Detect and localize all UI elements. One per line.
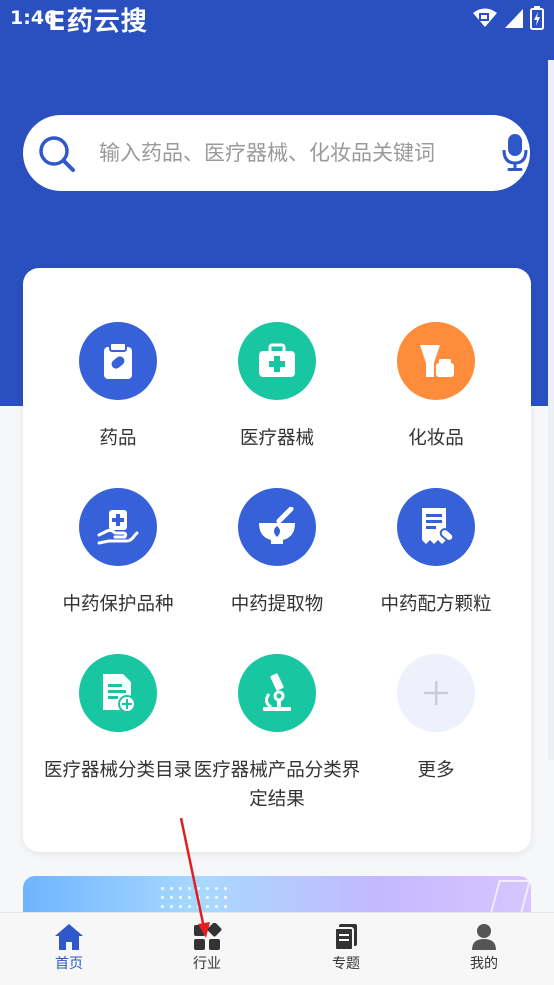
status-icons bbox=[472, 6, 544, 30]
medical-document-icon bbox=[79, 654, 157, 732]
category-label: 医疗器械产品分类界定结果 bbox=[193, 760, 361, 810]
microscope-icon bbox=[238, 654, 316, 732]
category-cosmetics[interactable]: 化妆品 bbox=[352, 322, 520, 453]
search-bar[interactable] bbox=[23, 115, 530, 191]
tab-topics[interactable]: 专题 bbox=[277, 913, 415, 985]
category-label: 更多 bbox=[417, 760, 455, 781]
category-tcm-extract[interactable]: 中药提取物 bbox=[193, 488, 361, 619]
category-label: 中药提取物 bbox=[230, 594, 324, 615]
bottom-tab-bar: 首页 行业 专题 我的 bbox=[0, 912, 554, 985]
category-medicine[interactable]: 药品 bbox=[34, 322, 202, 453]
category-label: 化妆品 bbox=[408, 428, 464, 449]
category-device-classification[interactable]: 医疗器械产品分类界定结果 bbox=[193, 654, 361, 814]
mortar-icon bbox=[238, 488, 316, 566]
category-more[interactable]: 更多 bbox=[352, 654, 520, 785]
tab-mine[interactable]: 我的 bbox=[415, 913, 553, 985]
status-bar: 1:46 E药云搜 bbox=[0, 0, 554, 37]
microphone-icon[interactable] bbox=[501, 132, 529, 176]
cosmetics-icon bbox=[397, 322, 475, 400]
category-tcm-granules[interactable]: 中药配方颗粒 bbox=[352, 488, 520, 619]
search-input[interactable] bbox=[99, 135, 493, 171]
documents-icon bbox=[331, 923, 361, 951]
banner-decoration bbox=[158, 884, 228, 914]
tab-industry[interactable]: 行业 bbox=[138, 913, 276, 985]
first-aid-kit-icon bbox=[238, 322, 316, 400]
category-label: 中药保护品种 bbox=[62, 594, 174, 615]
category-label: 药品 bbox=[99, 428, 137, 449]
category-medical-device[interactable]: 医疗器械 bbox=[193, 322, 361, 453]
wifi-icon bbox=[472, 7, 498, 29]
scrollbar[interactable] bbox=[548, 60, 554, 760]
battery-icon bbox=[530, 6, 544, 30]
signal-icon bbox=[504, 7, 524, 29]
hand-holding-medicine-icon bbox=[79, 488, 157, 566]
app-title: E药云搜 bbox=[48, 7, 148, 37]
user-icon bbox=[469, 923, 499, 951]
tab-label: 首页 bbox=[55, 956, 83, 972]
category-label: 中药配方颗粒 bbox=[380, 594, 492, 615]
tab-label: 我的 bbox=[470, 956, 498, 972]
category-label: 医疗器械分类目录 bbox=[43, 760, 192, 781]
grid-icon bbox=[192, 922, 222, 951]
category-tcm-protected[interactable]: 中药保护品种 bbox=[34, 488, 202, 619]
tab-home[interactable]: 首页 bbox=[0, 913, 138, 985]
category-device-catalog[interactable]: 医疗器械分类目录 bbox=[34, 654, 202, 785]
medicine-box-icon bbox=[79, 322, 157, 400]
search-icon[interactable] bbox=[37, 134, 77, 178]
tab-label: 专题 bbox=[332, 956, 360, 972]
category-card: 药品 医疗器械 化妆品 中药保护品种 中药提取物 中药配方颗粒 医疗器械分类目录… bbox=[23, 268, 531, 852]
tab-label: 行业 bbox=[193, 956, 221, 972]
home-icon bbox=[54, 923, 84, 951]
plus-icon bbox=[397, 654, 475, 732]
prescription-icon bbox=[397, 488, 475, 566]
category-label: 医疗器械 bbox=[239, 428, 314, 449]
